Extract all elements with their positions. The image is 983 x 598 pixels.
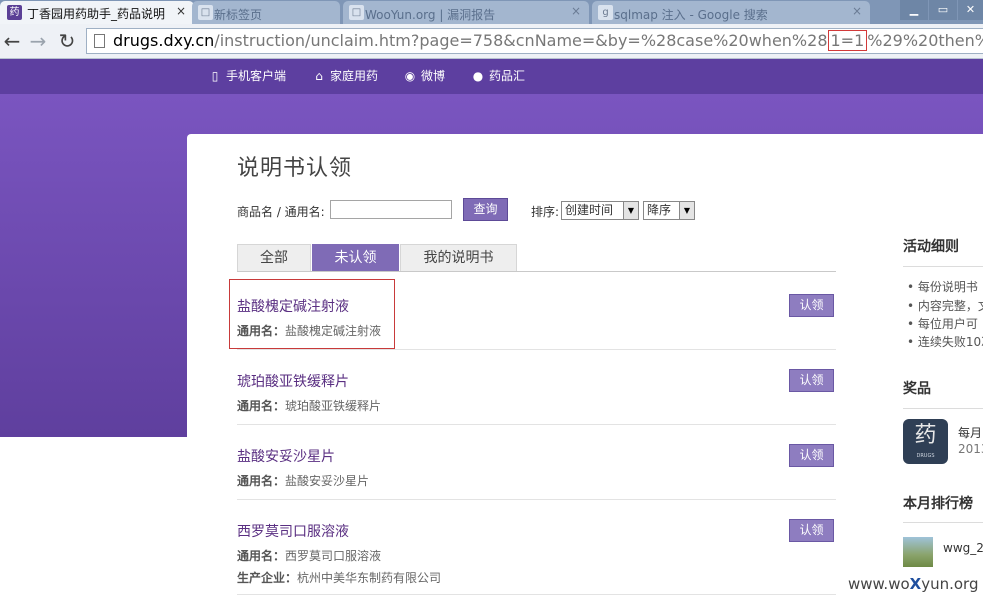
page-icon (94, 34, 105, 48)
dxy-favicon-icon: 药 (7, 5, 22, 20)
rule-item: • 每位用户可 (907, 317, 978, 331)
tab-all[interactable]: 全部 (237, 244, 311, 272)
claim-button[interactable]: 认领 (789, 294, 834, 317)
list-item: 琥珀酸亚铁缓释片 通用名：琥珀酸亚铁缓释片 认领 (237, 369, 836, 419)
mobile-icon: ▯ (211, 69, 219, 83)
browser-tab-title: sqlmap 注入 - Google 搜索 (614, 8, 768, 22)
drug-app-logo-icon: 药 DRUGS (903, 419, 948, 464)
generic-name: 通用名：琥珀酸亚铁缓释片 (237, 399, 382, 413)
drug-name-link[interactable]: 琥珀酸亚铁缓释片 (237, 371, 349, 391)
reload-icon[interactable]: ↻ (55, 28, 79, 54)
prize-text: 每月 (958, 426, 983, 440)
url-text: drugs.dxy.cn/instruction/unclaim.htm?pag… (113, 30, 983, 51)
browser-tab-title: 丁香园用药助手_药品说明 (27, 7, 166, 21)
top-nav-drug-hub[interactable]: ● 药品汇 (471, 59, 525, 94)
top-nav-family-medicine[interactable]: ⌂ 家庭用药 (312, 59, 378, 94)
forward-arrow-icon[interactable]: → (26, 28, 50, 54)
close-tab-icon[interactable]: × (852, 4, 862, 18)
divider (903, 266, 983, 267)
browser-tab[interactable]: g sqlmap 注入 - Google 搜索 × (592, 1, 870, 24)
browser-tab-title: WooYun.org | 漏洞报告 (365, 8, 496, 22)
sort-label: 排序: (531, 205, 560, 219)
close-tab-icon[interactable]: × (176, 4, 186, 18)
drug-name-link[interactable]: 西罗莫司口服溶液 (237, 521, 349, 541)
divider (237, 499, 836, 500)
browser-tab[interactable]: □ 新标签页 (192, 1, 340, 24)
generic-name: 通用名：西罗莫司口服溶液 (237, 549, 382, 563)
drug-name-link[interactable]: 盐酸安妥沙星片 (237, 446, 335, 466)
query-button[interactable]: 查询 (463, 198, 508, 221)
close-tab-icon[interactable]: × (571, 4, 581, 18)
rule-item: • 每份说明书 (907, 280, 978, 294)
home-icon: ⌂ (315, 69, 323, 83)
claim-button[interactable]: 认领 (789, 444, 834, 467)
rules-heading: 活动细则 (903, 239, 959, 255)
sort-by-select[interactable]: 创建时间 ▼ (561, 201, 639, 220)
tab-my-instructions[interactable]: 我的说明书 (400, 244, 517, 272)
search-label: 商品名 / 通用名: (237, 205, 325, 219)
top-nav-weibo[interactable]: ◉ 微博 (403, 59, 445, 94)
avatar[interactable] (903, 537, 933, 567)
browser-tab-strip: 药 丁香园用药助手_药品说明 × □ 新标签页 □ WooYun.org | 漏… (0, 0, 983, 24)
prize-date: 2013 (958, 442, 983, 456)
chevron-down-icon: ▼ (623, 202, 638, 219)
browser-toolbar: ← → ↻ drugs.dxy.cn/instruction/unclaim.h… (0, 24, 983, 59)
divider (237, 349, 836, 350)
manufacturer: 生产企业：杭州中美华东制药有限公司 (237, 571, 442, 585)
page-favicon-icon: □ (198, 5, 213, 20)
highlight-annotation-box (229, 279, 395, 349)
divider (903, 522, 983, 523)
google-favicon-icon: g (598, 5, 613, 20)
address-bar[interactable]: drugs.dxy.cn/instruction/unclaim.htm?pag… (86, 28, 983, 54)
divider (237, 424, 836, 425)
url-highlight: 1=1 (827, 30, 868, 51)
tab-unclaimed[interactable]: 未认领 (312, 244, 399, 272)
rule-item: • 内容完整，文 (907, 299, 983, 313)
search-input[interactable] (330, 200, 452, 219)
list-item: 西罗莫司口服溶液 通用名：西罗莫司口服溶液 生产企业：杭州中美华东制药有限公司 … (237, 519, 836, 589)
site-top-nav: ▯ 手机客户端 ⌂ 家庭用药 ◉ 微博 ● 药品汇 (0, 59, 983, 94)
browser-tab-active[interactable]: 药 丁香园用药助手_药品说明 × (0, 1, 194, 24)
divider (237, 594, 836, 595)
claim-button[interactable]: 认领 (789, 369, 834, 392)
sort-order-select[interactable]: 降序 ▼ (643, 201, 695, 220)
watermark: www.woXyun.org (848, 575, 979, 593)
close-window-icon[interactable]: ✕ (958, 0, 983, 20)
globe-icon: ● (472, 69, 484, 83)
page-favicon-icon: □ (349, 5, 364, 20)
prize-heading: 奖品 (903, 381, 931, 397)
minimize-window-icon[interactable]: ▁ (900, 0, 928, 20)
maximize-window-icon[interactable]: ▭ (929, 0, 957, 20)
chevron-down-icon: ▼ (679, 202, 694, 219)
page-title: 说明书认领 (237, 156, 353, 181)
generic-name: 通用名：盐酸安妥沙星片 (237, 474, 370, 488)
claim-button[interactable]: 认领 (789, 519, 834, 542)
browser-tab-title: 新标签页 (214, 8, 263, 22)
tabs-divider (237, 271, 836, 272)
rank-username[interactable]: wwg_2 (943, 541, 983, 555)
back-arrow-icon[interactable]: ← (0, 28, 24, 54)
list-item: 盐酸安妥沙星片 通用名：盐酸安妥沙星片 认领 (237, 444, 836, 494)
divider (903, 408, 983, 409)
rule-item: • 连续失败10次 (907, 335, 983, 349)
weibo-icon: ◉ (404, 69, 416, 83)
browser-tab[interactable]: □ WooYun.org | 漏洞报告 × (343, 1, 589, 24)
ranking-heading: 本月排行榜 (903, 496, 973, 512)
top-nav-mobile-client[interactable]: ▯ 手机客户端 (208, 59, 286, 94)
